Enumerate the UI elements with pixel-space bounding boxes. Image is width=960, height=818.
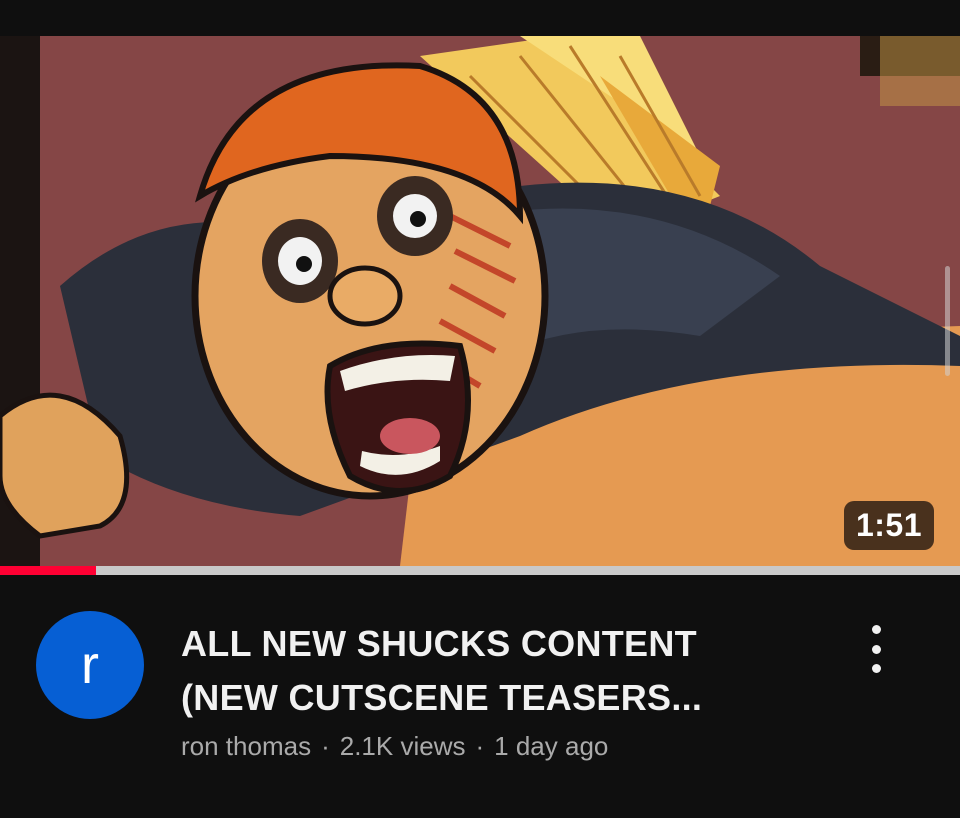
thumbnail-image <box>0 36 960 566</box>
channel-avatar[interactable]: r <box>36 611 144 719</box>
video-details: r ALL NEW SHUCKS CONTENT (NEW CUTSCENE T… <box>0 575 960 818</box>
more-vertical-icon[interactable] <box>858 619 894 679</box>
more-dot <box>871 625 881 634</box>
video-byline: ron thomas · 2.1K views · 1 day ago <box>181 731 608 762</box>
video-thumbnail[interactable]: 1:51 <box>0 36 960 566</box>
view-count: 2.1K views <box>339 731 466 761</box>
more-dot <box>871 664 881 673</box>
video-title-line-2: (NEW CUTSCENE TEASERS... <box>181 677 703 718</box>
upload-age: 1 day ago <box>494 731 609 761</box>
duration-badge: 1:51 <box>843 501 934 550</box>
watch-progress-bar <box>0 566 960 575</box>
separator: · <box>321 731 330 761</box>
avatar-letter: r <box>81 635 99 695</box>
more-dot <box>871 644 881 654</box>
scroll-indicator[interactable] <box>945 266 950 376</box>
video-title-line-1: ALL NEW SHUCKS CONTENT <box>181 623 697 664</box>
separator: · <box>475 731 485 761</box>
channel-name[interactable]: ron thomas <box>181 731 311 761</box>
watch-progress-fill <box>0 566 96 575</box>
video-title[interactable]: ALL NEW SHUCKS CONTENT (NEW CUTSCENE TEA… <box>181 617 821 725</box>
